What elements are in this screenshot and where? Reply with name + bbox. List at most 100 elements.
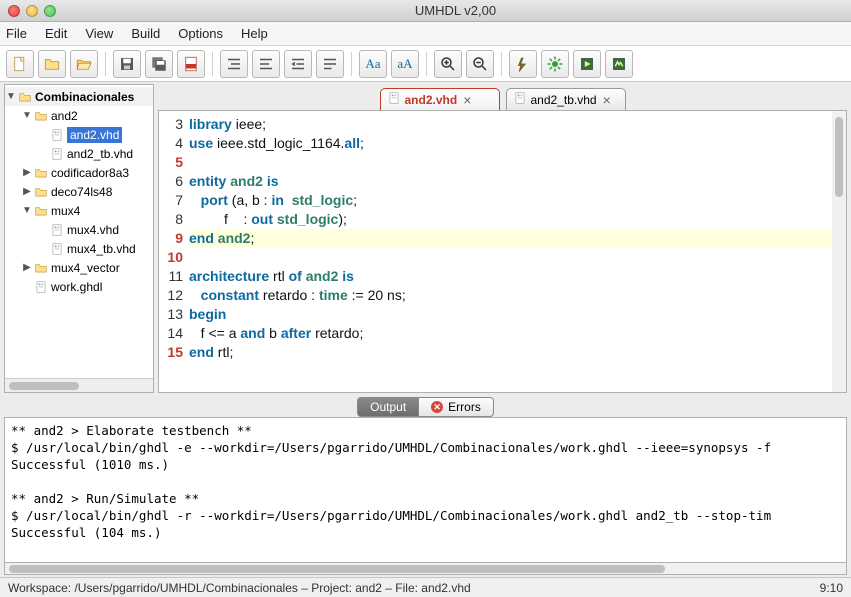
- disclosure-icon[interactable]: ▼: [21, 205, 33, 216]
- code-line[interactable]: constant retardo : time := 20 ns;: [189, 286, 832, 305]
- code-line[interactable]: end and2;: [189, 229, 832, 248]
- font-smaller-icon[interactable]: Aa: [359, 50, 387, 78]
- disclosure-icon[interactable]: ▶: [21, 167, 33, 178]
- menu-edit[interactable]: Edit: [45, 26, 67, 41]
- save-icon[interactable]: [113, 50, 141, 78]
- tab-label: and2_tb.vhd: [531, 93, 597, 107]
- folder-icon: [33, 108, 49, 124]
- maximize-icon[interactable]: [44, 5, 56, 17]
- disclosure-icon[interactable]: ▶: [21, 262, 33, 273]
- sidebar-scrollbar[interactable]: [5, 378, 153, 392]
- window-title: UMHDL v2,00: [68, 3, 843, 18]
- tree-folder[interactable]: ▼mux4: [5, 201, 153, 220]
- tab-output[interactable]: Output: [357, 397, 418, 417]
- new-file-icon[interactable]: [6, 50, 34, 78]
- open-icon[interactable]: [70, 50, 98, 78]
- code-line[interactable]: [189, 248, 832, 267]
- line-number: 12: [159, 286, 183, 305]
- file-icon: [513, 91, 527, 108]
- tree-file[interactable]: and2.vhd: [5, 125, 153, 144]
- status-cursor: 9:10: [820, 581, 843, 595]
- sim-icon[interactable]: [605, 50, 633, 78]
- line-number: 14: [159, 324, 183, 343]
- code-line[interactable]: [189, 153, 832, 172]
- indent-right-icon[interactable]: [252, 50, 280, 78]
- line-number: 5: [159, 153, 183, 172]
- file-icon: [49, 241, 65, 257]
- unindent-icon[interactable]: [284, 50, 312, 78]
- folder-icon: [33, 184, 49, 200]
- close-tab-icon[interactable]: ×: [463, 92, 471, 108]
- menu-help[interactable]: Help: [241, 26, 268, 41]
- line-number: 10: [159, 248, 183, 267]
- tree-label: codificador8a3: [51, 166, 129, 180]
- menu-build[interactable]: Build: [131, 26, 160, 41]
- disclosure-icon[interactable]: ▼: [21, 110, 33, 121]
- line-number: 11: [159, 267, 183, 286]
- code-line[interactable]: f <= a and b after retardo;: [189, 324, 832, 343]
- run-icon[interactable]: [573, 50, 601, 78]
- tab-errors-label: Errors: [448, 400, 481, 414]
- close-tab-icon[interactable]: ×: [603, 92, 611, 108]
- folder-icon: [33, 203, 49, 219]
- file-icon: [49, 222, 65, 238]
- tab-output-label: Output: [370, 400, 406, 414]
- editor-tabs: and2.vhd × and2_tb.vhd ×: [158, 84, 847, 110]
- tree-folder[interactable]: ▶mux4_vector: [5, 258, 153, 277]
- menu-view[interactable]: View: [85, 26, 113, 41]
- output-scrollbar[interactable]: [4, 563, 847, 575]
- tree-file[interactable]: and2_tb.vhd: [5, 144, 153, 163]
- tree-label: and2_tb.vhd: [67, 147, 133, 161]
- tab-label: and2.vhd: [405, 93, 458, 107]
- status-path: Workspace: /Users/pgarrido/UMHDL/Combina…: [8, 581, 471, 595]
- tree-label: and2: [51, 109, 78, 123]
- build-icon[interactable]: [509, 50, 537, 78]
- close-icon[interactable]: [8, 5, 20, 17]
- editor-tab[interactable]: and2.vhd ×: [380, 88, 500, 110]
- code-line[interactable]: end rtl;: [189, 343, 832, 362]
- code-line[interactable]: library ieee;: [189, 115, 832, 134]
- minimize-icon[interactable]: [26, 5, 38, 17]
- tree-file[interactable]: mux4.vhd: [5, 220, 153, 239]
- project-tree[interactable]: ▼Combinacionales▼and2and2.vhdand2_tb.vhd…: [5, 85, 153, 378]
- disclosure-icon[interactable]: ▶: [21, 186, 33, 197]
- tree-label: Combinacionales: [35, 90, 134, 104]
- settings-icon[interactable]: [541, 50, 569, 78]
- line-number: 15: [159, 343, 183, 362]
- editor-tab[interactable]: and2_tb.vhd ×: [506, 88, 626, 110]
- tree-folder[interactable]: ▶ codificador8a3: [5, 163, 153, 182]
- tree-folder[interactable]: ▶ deco74ls48: [5, 182, 153, 201]
- menu-file[interactable]: File: [6, 26, 27, 41]
- indent-left-icon[interactable]: [220, 50, 248, 78]
- tab-errors[interactable]: ✕Errors: [418, 397, 494, 417]
- tree-label: deco74ls48: [51, 185, 112, 199]
- folder-icon: [33, 260, 49, 276]
- output-console[interactable]: ** and2 > Elaborate testbench ** $ /usr/…: [4, 417, 847, 563]
- menu-options[interactable]: Options: [178, 26, 223, 41]
- code-line[interactable]: f : out std_logic);: [189, 210, 832, 229]
- code-area[interactable]: library ieee;use ieee.std_logic_1164.all…: [187, 111, 832, 392]
- file-icon: [49, 146, 65, 162]
- code-editor[interactable]: 3456789101112131415 library ieee;use iee…: [158, 110, 847, 393]
- zoom-in-icon[interactable]: [434, 50, 462, 78]
- zoom-out-icon[interactable]: [466, 50, 494, 78]
- tree-folder[interactable]: ▼ and2: [5, 106, 153, 125]
- pdf-icon[interactable]: [177, 50, 205, 78]
- tree-root[interactable]: ▼ Combinacionales: [5, 87, 153, 106]
- statusbar: Workspace: /Users/pgarrido/UMHDL/Combina…: [0, 577, 851, 597]
- disclosure-icon[interactable]: ▼: [5, 91, 17, 102]
- code-line[interactable]: entity and2 is: [189, 172, 832, 191]
- code-line[interactable]: use ieee.std_logic_1164.all;: [189, 134, 832, 153]
- code-line[interactable]: architecture rtl of and2 is: [189, 267, 832, 286]
- editor-scrollbar[interactable]: [832, 111, 846, 392]
- new-folder-icon[interactable]: [38, 50, 66, 78]
- tree-file[interactable]: work.ghdl: [5, 277, 153, 296]
- code-line[interactable]: begin: [189, 305, 832, 324]
- tree-file[interactable]: mux4_tb.vhd: [5, 239, 153, 258]
- font-larger-icon[interactable]: aA: [391, 50, 419, 78]
- align-icon[interactable]: [316, 50, 344, 78]
- line-number: 7: [159, 191, 183, 210]
- save-all-icon[interactable]: [145, 50, 173, 78]
- code-line[interactable]: port (a, b : in std_logic;: [189, 191, 832, 210]
- toolbar: AaaA: [0, 46, 851, 82]
